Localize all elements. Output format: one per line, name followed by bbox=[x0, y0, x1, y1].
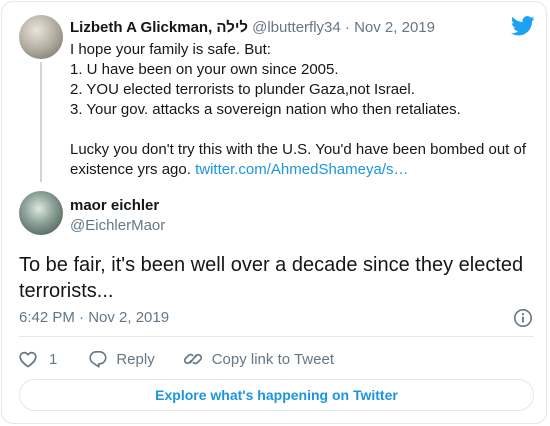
reply-button[interactable]: Reply bbox=[89, 350, 155, 368]
parent-line-7-text: existence yrs ago. bbox=[70, 161, 191, 178]
parent-line-1: I hope your family is safe. But: bbox=[70, 41, 271, 58]
parent-tweet-text: I hope your family is safe. But: 1. U ha… bbox=[70, 40, 540, 180]
parent-author-handle[interactable]: @lbutterfly34 bbox=[252, 19, 341, 36]
main-avatar[interactable] bbox=[19, 191, 63, 235]
main-tweet-text: To be fair, it's been well over a decade… bbox=[19, 254, 524, 302]
parent-line-3: 2. YOU elected terrorists to plunder Gaz… bbox=[70, 81, 415, 98]
parent-line-6: Lucky you don't try this with the U.S. Y… bbox=[70, 141, 527, 158]
parent-blank-line bbox=[70, 120, 540, 140]
parent-avatar[interactable] bbox=[19, 15, 63, 59]
copy-link-button[interactable]: Copy link to Tweet bbox=[183, 350, 334, 368]
divider bbox=[19, 336, 534, 337]
main-tweet-timestamp[interactable]: 6:42 PM · Nov 2, 2019 bbox=[19, 308, 169, 328]
like-count: 1 bbox=[49, 350, 58, 368]
copy-link-label: Copy link to Tweet bbox=[211, 350, 334, 368]
separator-dot: · bbox=[344, 19, 350, 36]
reply-label: Reply bbox=[116, 350, 155, 368]
info-icon[interactable] bbox=[513, 308, 533, 328]
parent-line-2: 1. U have been on your own since 2005. bbox=[70, 61, 339, 78]
parent-line-4: 3. Your gov. attacks a sovereign nation … bbox=[70, 101, 461, 118]
parent-line-7: existence yrs ago. twitter.com/AhmedSham… bbox=[70, 160, 540, 180]
explore-twitter-button[interactable]: Explore what's happening on Twitter bbox=[19, 379, 534, 411]
tweet-embed-card: Lizbeth A Glickman, לילה @lbutterfly34 ·… bbox=[1, 1, 547, 424]
parent-tweet-header: Lizbeth A Glickman, לילה @lbutterfly34 ·… bbox=[70, 18, 435, 38]
heart-icon bbox=[19, 351, 37, 367]
thread-connector-line bbox=[40, 62, 42, 182]
main-author-name[interactable]: maor eichler bbox=[70, 196, 159, 216]
tweet-actions: 1 Reply Copy link to Tweet bbox=[19, 348, 334, 370]
parent-tweet-date[interactable]: Nov 2, 2019 bbox=[354, 19, 435, 36]
parent-tweet-link[interactable]: twitter.com/AhmedShameya/s… bbox=[195, 161, 408, 178]
parent-author-name[interactable]: Lizbeth A Glickman, לילה bbox=[70, 19, 248, 36]
link-icon bbox=[183, 353, 202, 365]
twitter-bird-icon[interactable] bbox=[511, 16, 535, 36]
main-author-handle[interactable]: @EichlerMaor bbox=[70, 216, 165, 236]
like-button[interactable]: 1 bbox=[19, 351, 57, 368]
speech-bubble-icon bbox=[89, 351, 107, 368]
